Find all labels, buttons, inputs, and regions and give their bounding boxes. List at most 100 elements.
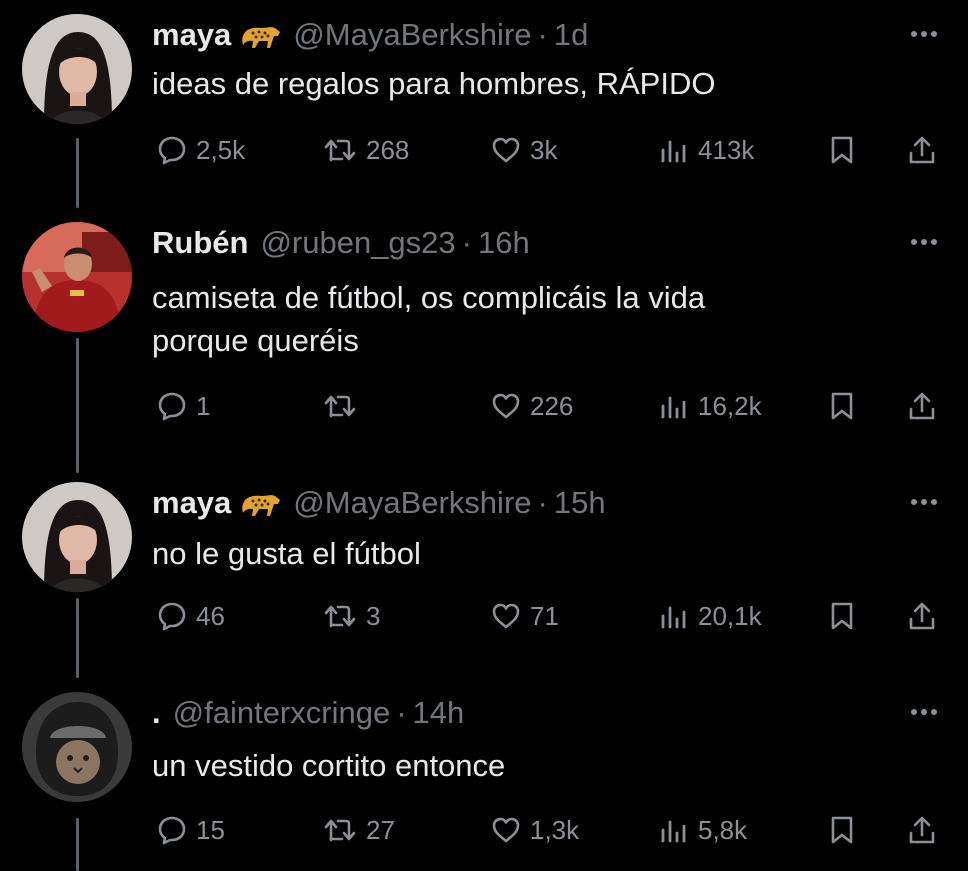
more-dots-icon [911, 239, 937, 245]
like-count: 1,3k [530, 814, 580, 845]
avatar[interactable] [22, 692, 132, 802]
action-bar: 46 3 71 20,1k [0, 596, 968, 636]
retweet-count: 3 [366, 600, 381, 631]
views-button[interactable]: 20,1k [658, 596, 762, 636]
views-button[interactable]: 5,8k [658, 810, 747, 850]
share-icon [909, 816, 935, 844]
tweet-text: no le gusta el fútbol [152, 532, 421, 575]
separator-dot: · [537, 485, 548, 520]
reply-icon [158, 136, 186, 165]
views-button[interactable]: 16,2k [658, 386, 762, 426]
separator-dot: · [537, 17, 548, 52]
avatar[interactable] [22, 222, 132, 332]
reply-count: 46 [196, 600, 225, 631]
more-dots-icon [911, 709, 937, 715]
bookmark-button[interactable] [826, 386, 858, 426]
tweet[interactable]: maya @MayaBerkshire · 15h no le gusta el… [0, 482, 968, 662]
reply-button[interactable]: 2,5k [156, 130, 245, 170]
timestamp[interactable]: 14h [413, 692, 465, 734]
avatar[interactable] [22, 482, 132, 592]
like-count: 226 [530, 390, 574, 421]
reply-button[interactable]: 1 [156, 386, 210, 426]
share-icon [909, 602, 935, 630]
separator-dot: · [461, 225, 472, 260]
action-bar: 2,5k 268 3k 413k [0, 130, 968, 170]
views-chart-icon [661, 396, 686, 419]
bookmark-button[interactable] [826, 810, 858, 850]
bookmark-button[interactable] [826, 596, 858, 636]
retweet-count: 268 [366, 134, 410, 165]
view-count: 20,1k [698, 600, 762, 631]
retweet-count: 27 [366, 814, 395, 845]
retweet-icon [324, 395, 356, 418]
heart-icon [492, 817, 520, 843]
like-count: 71 [530, 600, 559, 631]
display-name[interactable]: . [152, 692, 161, 734]
share-button[interactable] [906, 810, 938, 850]
bookmark-button[interactable] [826, 130, 858, 170]
share-button[interactable] [906, 130, 938, 170]
like-button[interactable]: 1,3k [490, 810, 579, 850]
like-button[interactable]: 3k [490, 130, 557, 170]
views-chart-icon [661, 140, 686, 163]
action-bar: 15 27 1,3k 5,8k [0, 810, 968, 850]
retweet-icon [324, 819, 356, 842]
bookmark-icon [831, 392, 853, 420]
more-options-button[interactable] [904, 692, 944, 732]
more-options-button[interactable] [904, 482, 944, 522]
tweet-text-line: camiseta de fútbol, os complicáis la vid… [152, 280, 706, 315]
views-chart-icon [661, 606, 686, 629]
user-handle[interactable]: @MayaBerkshire [293, 14, 531, 56]
avatar[interactable] [22, 14, 132, 124]
more-options-button[interactable] [904, 14, 944, 54]
share-button[interactable] [906, 596, 938, 636]
display-name[interactable]: maya [152, 482, 231, 524]
tweet[interactable]: maya @MayaBerkshire · 1d ideas de regalo… [0, 14, 968, 194]
tweet-text-line: porque queréis [152, 323, 359, 358]
leopard-emoji-icon [242, 495, 281, 516]
heart-icon [492, 393, 520, 419]
tweet[interactable]: Rubén @ruben_gs23 · 16h camiseta de fútb… [0, 222, 968, 452]
view-count: 16,2k [698, 390, 762, 421]
avatar-image [22, 692, 132, 802]
tweet-text-line: un vestido cortito entonce [152, 748, 506, 783]
share-icon [909, 392, 935, 420]
views-button[interactable]: 413k [658, 130, 754, 170]
display-name[interactable]: maya [152, 14, 231, 56]
more-options-button[interactable] [904, 222, 944, 262]
user-handle[interactable]: @MayaBerkshire [293, 482, 531, 524]
user-handle[interactable]: @ruben_gs23 [260, 222, 455, 264]
reply-button[interactable]: 46 [156, 596, 225, 636]
share-button[interactable] [906, 386, 938, 426]
retweet-button[interactable]: 27 [322, 810, 395, 850]
reply-icon [158, 816, 186, 845]
like-count: 3k [530, 134, 558, 165]
timestamp[interactable]: 1d [554, 14, 588, 56]
avatar-image [22, 482, 132, 592]
reply-button[interactable]: 15 [156, 810, 225, 850]
reply-icon [158, 602, 186, 631]
avatar-image [22, 222, 132, 332]
bookmark-icon [831, 602, 853, 630]
retweet-button[interactable]: 268 [322, 130, 409, 170]
display-name[interactable]: Rubén [152, 222, 248, 264]
tweet[interactable]: . @fainterxcringe · 14h un vestido corti… [0, 692, 968, 862]
retweet-button[interactable] [322, 386, 366, 426]
like-button[interactable]: 71 [490, 596, 559, 636]
bookmark-icon [831, 816, 853, 844]
views-chart-icon [661, 820, 686, 843]
reply-count: 1 [196, 390, 211, 421]
user-handle[interactable]: @fainterxcringe [173, 692, 391, 734]
view-count: 413k [698, 134, 755, 165]
bookmark-icon [831, 136, 853, 164]
reply-count: 15 [196, 814, 225, 845]
heart-icon [492, 603, 520, 629]
tweet-text: ideas de regalos para hombres, RÁPIDO [152, 62, 715, 105]
retweet-button[interactable]: 3 [322, 596, 380, 636]
tweet-text-line: ideas de regalos para hombres, RÁPIDO [152, 66, 716, 101]
separator-dot: · [396, 695, 407, 730]
like-button[interactable]: 226 [490, 386, 573, 426]
timestamp[interactable]: 15h [554, 482, 606, 524]
timestamp[interactable]: 16h [478, 222, 530, 264]
retweet-icon [324, 139, 356, 162]
